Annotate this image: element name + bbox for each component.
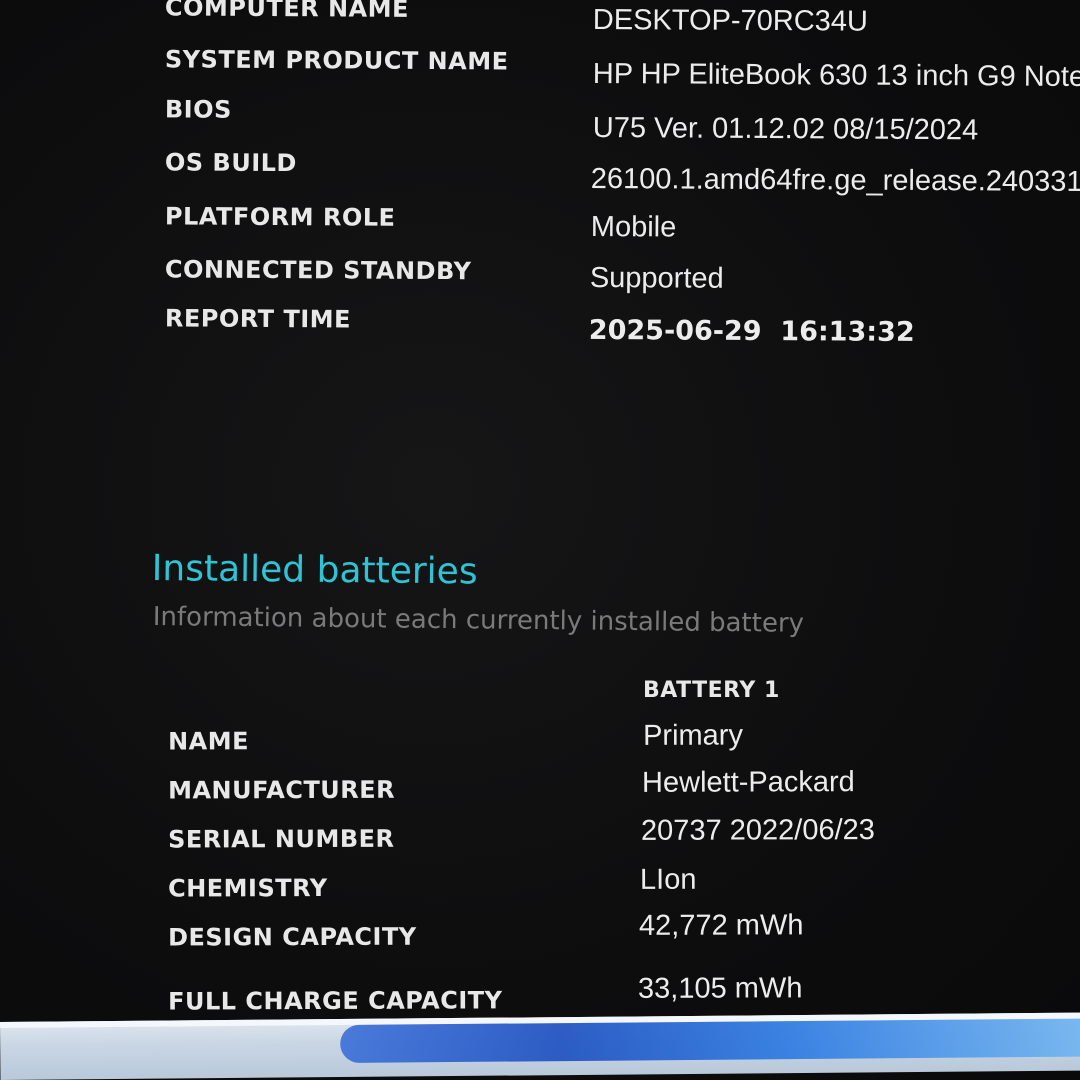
battery-column-header: BATTERY 1 — [643, 678, 780, 703]
product-name-value: HP HP EliteBook 630 13 inch G9 Note — [592, 57, 1080, 93]
battery-row-serial-number: SERIAL NUMBER 20737 2022/06/23 — [0, 814, 1080, 870]
taskbar — [0, 1012, 1080, 1080]
os-build-value: 26100.1.amd64fre.ge_release.240331- — [590, 162, 1080, 199]
serial-number-value: 20737 2022/06/23 — [640, 814, 875, 847]
platform-role-value: Mobile — [590, 210, 677, 244]
full-charge-capacity-value: 33,105 mWh — [637, 972, 803, 1005]
os-build-label: OS BUILD — [164, 148, 297, 178]
design-capacity-value: 42,772 mWh — [638, 909, 804, 942]
bios-label: BIOS — [164, 95, 232, 124]
manufacturer-label: MANUFACTURER — [168, 775, 396, 805]
battery-row-chemistry: CHEMISTRY LIon — [0, 864, 1080, 919]
product-name-label: SYSTEM PRODUCT NAME — [164, 45, 509, 76]
serial-number-label: SERIAL NUMBER — [168, 824, 395, 854]
battery-row-manufacturer: MANUFACTURER Hewlett-Packard — [0, 766, 1080, 821]
battery-report-screen: COMPUTER NAME DESKTOP-70RC34U SYSTEM PRO… — [0, 0, 1080, 1080]
bios-value: U75 Ver. 01.12.02 08/15/2024 — [592, 111, 979, 147]
system-info-row-report-time: REPORT TIME 2025-06-29 16:13:32 — [0, 303, 1080, 354]
report-time-value: 2025-06-29 16:13:32 — [588, 314, 915, 348]
system-info-row-connected-standby: CONNECTED STANDBY Supported — [0, 254, 1080, 305]
manufacturer-value: Hewlett-Packard — [641, 766, 855, 799]
chemistry-label: CHEMISTRY — [168, 873, 328, 903]
connected-standby-value: Supported — [589, 261, 724, 295]
wallpaper-wave — [340, 1018, 1080, 1064]
full-charge-capacity-label: FULL CHARGE CAPACITY — [168, 986, 503, 1016]
system-info-row-platform-role: PLATFORM ROLE Mobile — [0, 201, 1080, 252]
system-info-row-computer-name: COMPUTER NAME DESKTOP-70RC34U — [0, 0, 1080, 43]
battery-name-label: NAME — [168, 727, 250, 756]
battery-row-name: NAME Primary — [0, 720, 1080, 772]
computer-name-label: COMPUTER NAME — [164, 0, 410, 23]
computer-name-value: DESKTOP-70RC34U — [592, 3, 869, 38]
platform-role-label: PLATFORM ROLE — [164, 202, 396, 232]
installed-batteries-heading: Installed batteries — [151, 548, 478, 593]
chemistry-value: LIon — [639, 863, 697, 896]
battery-row-design-capacity: DESIGN CAPACITY 42,772 mWh — [0, 909, 1080, 968]
system-info-row-bios: BIOS U75 Ver. 01.12.02 08/15/2024 — [0, 94, 1080, 147]
system-info-row-os-build: OS BUILD 26100.1.amd64fre.ge_release.240… — [0, 147, 1080, 198]
battery-name-value: Primary — [642, 719, 743, 752]
system-info-row-product-name: SYSTEM PRODUCT NAME HP HP EliteBook 630 … — [0, 44, 1080, 95]
installed-batteries-subtitle: Information about each currently install… — [152, 602, 805, 639]
connected-standby-label: CONNECTED STANDBY — [164, 255, 472, 286]
report-time-label: REPORT TIME — [164, 304, 352, 334]
design-capacity-label: DESIGN CAPACITY — [168, 922, 417, 952]
